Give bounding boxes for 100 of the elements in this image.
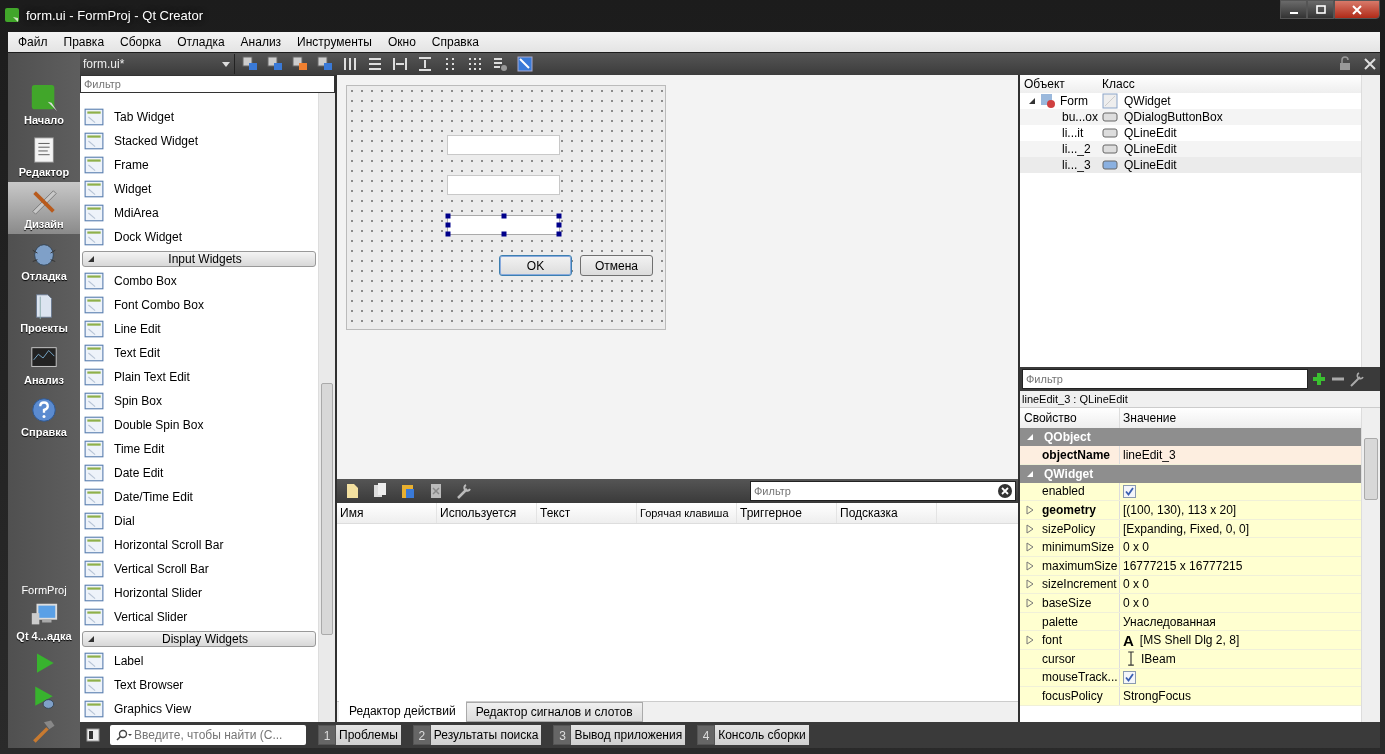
- column-header[interactable]: Объект: [1020, 75, 1102, 93]
- mode-button[interactable]: Справка: [8, 390, 80, 442]
- widget-item[interactable]: Date Edit: [80, 461, 318, 485]
- grid-adjust-icon[interactable]: [492, 56, 508, 72]
- widget-item[interactable]: Dial: [80, 509, 318, 533]
- widget-item[interactable]: Dock Widget: [80, 225, 318, 249]
- tree-row[interactable]: li..._3 QLineEdit: [1020, 157, 1361, 173]
- widget-tool-icon[interactable]: [242, 56, 258, 72]
- widget-item[interactable]: Spin Box: [80, 389, 318, 413]
- widget-tool-icon[interactable]: [317, 56, 333, 72]
- checkbox[interactable]: [1123, 484, 1136, 498]
- line-edit[interactable]: [447, 215, 560, 235]
- form-button[interactable]: Отмена: [580, 255, 653, 276]
- menu-item[interactable]: Сборка: [112, 35, 170, 49]
- dot-grid-icon[interactable]: [467, 56, 483, 72]
- menu-item[interactable]: Окно: [379, 35, 424, 49]
- expand-icon[interactable]: [1026, 505, 1034, 515]
- widget-item[interactable]: Text Edit: [80, 341, 318, 365]
- expand-icon[interactable]: [1026, 560, 1034, 571]
- category-header[interactable]: Display Widgets: [82, 631, 316, 647]
- expand-icon[interactable]: [1026, 597, 1034, 608]
- close-button[interactable]: [1334, 0, 1380, 19]
- menu-item[interactable]: Файл: [10, 35, 56, 49]
- close-icon[interactable]: [1362, 56, 1378, 72]
- widget-item[interactable]: Line Edit: [80, 317, 318, 341]
- menu-item[interactable]: Отладка: [169, 35, 233, 49]
- column-header[interactable]: Текст: [537, 503, 637, 523]
- adjust-size-icon[interactable]: [517, 56, 533, 72]
- plus-icon[interactable]: [1311, 371, 1327, 387]
- search-icon[interactable]: [114, 729, 132, 741]
- form-button[interactable]: OK: [499, 255, 572, 276]
- widget-item[interactable]: Date/Time Edit: [80, 485, 318, 509]
- expand-icon[interactable]: [1026, 579, 1034, 590]
- column-header[interactable]: Используется: [437, 503, 537, 523]
- widget-item[interactable]: Stacked Widget: [80, 129, 318, 153]
- split-horizontal-icon[interactable]: [392, 56, 408, 72]
- expand-icon[interactable]: [1026, 523, 1034, 534]
- sidebar-toggle-icon[interactable]: [86, 728, 100, 742]
- column-header[interactable]: Имя: [337, 503, 437, 523]
- maximize-button[interactable]: [1307, 0, 1334, 19]
- tree-row[interactable]: Form QWidget: [1020, 93, 1361, 109]
- menu-item[interactable]: Справка: [423, 35, 487, 49]
- paste-icon[interactable]: [399, 482, 417, 500]
- expand-icon[interactable]: [1026, 635, 1034, 646]
- tree-row[interactable]: bu...ox QDialogButtonBox: [1020, 109, 1361, 125]
- horizontal-lines-icon[interactable]: [367, 56, 383, 72]
- document-selector[interactable]: form.ui*: [80, 54, 235, 74]
- tree-row[interactable]: li...it QLineEdit: [1020, 125, 1361, 141]
- lock-icon[interactable]: [1337, 56, 1353, 72]
- copy-icon[interactable]: [371, 482, 389, 500]
- mode-button[interactable]: Отладка: [8, 234, 80, 286]
- mode-button[interactable]: Проекты: [8, 286, 80, 338]
- menu-item[interactable]: Анализ: [232, 35, 290, 49]
- widget-item[interactable]: Label: [80, 649, 318, 673]
- widget-item[interactable]: Plain Text Edit: [80, 365, 318, 389]
- tab[interactable]: Редактор сигналов и слотов: [465, 702, 643, 722]
- column-header[interactable]: Значение: [1120, 408, 1361, 428]
- widget-item[interactable]: Horizontal Slider: [80, 581, 318, 605]
- widget-tool-icon[interactable]: [267, 56, 283, 72]
- scrollbar[interactable]: [1361, 75, 1380, 367]
- kit-selector[interactable]: Qt 4...адка: [8, 600, 80, 642]
- mode-button[interactable]: Начало: [8, 78, 80, 130]
- column-header[interactable]: Класс: [1102, 75, 1361, 93]
- widget-item[interactable]: Horizontal Scroll Bar: [80, 533, 318, 557]
- column-header[interactable]: Горячая клавиша: [637, 503, 737, 523]
- widget-item[interactable]: Widget: [80, 177, 318, 201]
- widget-item[interactable]: Font Combo Box: [80, 293, 318, 317]
- tab[interactable]: Редактор действий: [339, 700, 466, 722]
- widget-item[interactable]: Combo Box: [80, 269, 318, 293]
- scrollbar[interactable]: [318, 93, 335, 722]
- minimize-button[interactable]: [1280, 0, 1307, 19]
- locator-field[interactable]: Введите, чтобы найти (С...: [110, 725, 306, 745]
- widget-item[interactable]: Graphics View: [80, 697, 318, 721]
- widget-tool-icon[interactable]: [292, 56, 308, 72]
- wrench-icon[interactable]: [455, 482, 473, 500]
- split-vertical-icon[interactable]: [417, 56, 433, 72]
- widget-item[interactable]: Text Browser: [80, 673, 318, 697]
- filter-field[interactable]: Фильтр: [80, 75, 335, 93]
- checkbox[interactable]: [1123, 670, 1136, 684]
- wrench-icon[interactable]: [1349, 371, 1365, 387]
- expand-icon[interactable]: [1026, 542, 1034, 553]
- vertical-bars-icon[interactable]: [342, 56, 358, 72]
- menu-item[interactable]: Правка: [55, 35, 113, 49]
- column-header[interactable]: Подсказка: [837, 503, 937, 523]
- widget-item[interactable]: MdiArea: [80, 201, 318, 225]
- menu-item[interactable]: Инструменты: [289, 35, 380, 49]
- widget-item[interactable]: Double Spin Box: [80, 413, 318, 437]
- scrollbar[interactable]: [1361, 408, 1380, 722]
- category-header[interactable]: Input Widgets: [82, 251, 316, 267]
- collapse-icon[interactable]: [1028, 97, 1036, 105]
- mode-button[interactable]: Анализ: [8, 338, 80, 390]
- column-header[interactable]: Триггерное: [737, 503, 837, 523]
- resize-handle[interactable]: [501, 213, 506, 219]
- filter-field[interactable]: Фильтр: [1022, 369, 1308, 389]
- tree-row[interactable]: li..._2 QLineEdit: [1020, 141, 1361, 157]
- resize-handle[interactable]: [501, 231, 506, 237]
- widget-item[interactable]: Time Edit: [80, 437, 318, 461]
- widget-item[interactable]: Vertical Slider: [80, 605, 318, 629]
- widget-item[interactable]: Vertical Scroll Bar: [80, 557, 318, 581]
- clear-icon[interactable]: [998, 484, 1012, 498]
